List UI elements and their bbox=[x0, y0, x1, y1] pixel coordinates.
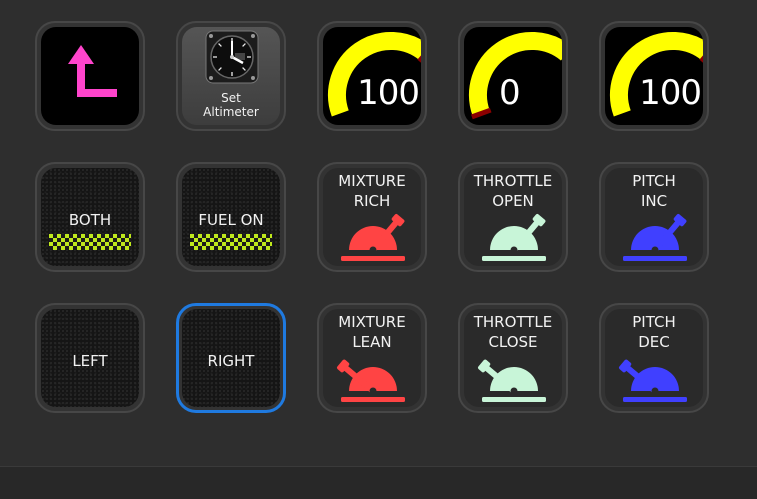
key-face: PITCH INC bbox=[605, 168, 703, 266]
active-indicator-bar bbox=[49, 234, 131, 250]
mixture-lean-line2: LEAN bbox=[352, 333, 392, 351]
throttle-lever-icon bbox=[478, 359, 546, 402]
gauge-value: 0 bbox=[499, 73, 521, 113]
fuel-on-label: FUEL ON bbox=[198, 211, 264, 229]
up-left-arrow-icon bbox=[68, 45, 117, 97]
key-face: Set Altimeter bbox=[182, 27, 280, 125]
key-face: THROTTLE CLOSE bbox=[464, 309, 562, 407]
key-face: RIGHT bbox=[182, 309, 280, 407]
key-face: 100 bbox=[323, 27, 421, 125]
footer-bar bbox=[0, 466, 757, 499]
pitch-dec-button[interactable]: PITCH DEC bbox=[599, 303, 709, 413]
stream-deck-grid: Set Altimeter 100 0 100 BOTH FUEL ON MIX… bbox=[0, 0, 757, 466]
left-label: LEFT bbox=[72, 352, 108, 370]
key-face: MIXTURE RICH bbox=[323, 168, 421, 266]
key-face: LEFT bbox=[41, 309, 139, 407]
pitch-inc-line2: INC bbox=[640, 192, 668, 210]
mixture-lean-button[interactable]: MIXTURE LEAN bbox=[317, 303, 427, 413]
mixture-rich-line2: RICH bbox=[353, 192, 391, 210]
mixture-rich-button[interactable]: MIXTURE RICH bbox=[317, 162, 427, 272]
key-face: 100 bbox=[605, 27, 703, 125]
pitch-inc-line1: PITCH bbox=[632, 172, 676, 190]
fuel-selector-both-button[interactable]: BOTH bbox=[35, 162, 145, 272]
key-face: FUEL ON bbox=[182, 168, 280, 266]
gauge-button-1[interactable]: 100 bbox=[317, 21, 427, 131]
key-face: BOTH bbox=[41, 168, 139, 266]
key-face: MIXTURE LEAN bbox=[323, 309, 421, 407]
gauge-value: 100 bbox=[357, 73, 420, 113]
throttle-close-line2: CLOSE bbox=[488, 333, 538, 351]
mixture-lean-line1: MIXTURE bbox=[338, 313, 406, 331]
right-label: RIGHT bbox=[207, 352, 255, 370]
mixture-lever-icon bbox=[337, 359, 405, 402]
both-label: BOTH bbox=[68, 211, 112, 229]
altimeter-label-line2: Altimeter bbox=[203, 105, 259, 119]
altimeter-label-line1: Set bbox=[221, 91, 241, 105]
throttle-open-button[interactable]: THROTTLE OPEN bbox=[458, 162, 568, 272]
key-face bbox=[41, 27, 139, 125]
throttle-close-button[interactable]: THROTTLE CLOSE bbox=[458, 303, 568, 413]
gauge-value: 100 bbox=[639, 73, 702, 113]
throttle-open-line2: OPEN bbox=[492, 192, 534, 210]
fuel-on-button[interactable]: FUEL ON bbox=[176, 162, 286, 272]
key-face: 0 bbox=[464, 27, 562, 125]
gauge-button-2[interactable]: 0 bbox=[458, 21, 568, 131]
pitch-lever-icon bbox=[623, 214, 687, 261]
pitch-inc-button[interactable]: PITCH INC bbox=[599, 162, 709, 272]
key-face: PITCH DEC bbox=[605, 309, 703, 407]
back-button[interactable] bbox=[35, 21, 145, 131]
active-indicator-bar bbox=[190, 234, 272, 250]
set-altimeter-button[interactable]: Set Altimeter bbox=[176, 21, 286, 131]
altimeter-instrument-icon bbox=[205, 30, 259, 84]
throttle-open-line1: THROTTLE bbox=[473, 172, 553, 190]
fuel-selector-right-button[interactable]: RIGHT bbox=[176, 303, 286, 413]
mixture-lever-icon bbox=[341, 214, 405, 261]
fuel-selector-left-button[interactable]: LEFT bbox=[35, 303, 145, 413]
gauge-arc bbox=[469, 32, 562, 117]
mixture-rich-line1: MIXTURE bbox=[338, 172, 406, 190]
key-face: THROTTLE OPEN bbox=[464, 168, 562, 266]
throttle-close-line1: THROTTLE bbox=[473, 313, 553, 331]
pitch-dec-line2: DEC bbox=[638, 333, 670, 351]
gauge-button-3[interactable]: 100 bbox=[599, 21, 709, 131]
pitch-lever-icon bbox=[619, 359, 687, 402]
pitch-dec-line1: PITCH bbox=[632, 313, 676, 331]
throttle-lever-icon bbox=[482, 214, 546, 261]
